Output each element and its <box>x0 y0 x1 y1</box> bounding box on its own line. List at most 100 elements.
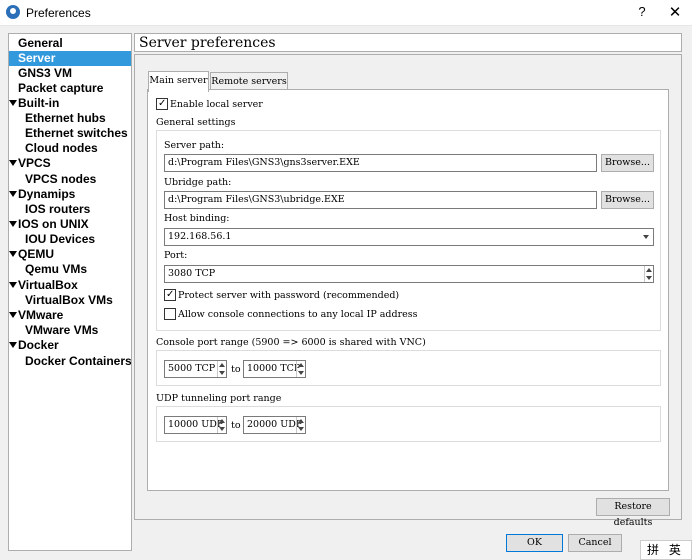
port-label: Port: <box>164 250 188 261</box>
tree-item-label: VMware VMs <box>25 323 99 337</box>
spin-arrows-icon[interactable] <box>296 361 305 377</box>
protect-password-checkbox[interactable] <box>164 289 176 301</box>
ubridge-path-input[interactable]: d:\Program Files\GNS3\ubridge.EXE <box>164 191 597 209</box>
tree-item-label: Qemu VMs <box>25 262 88 276</box>
tree-item-label: IOS routers <box>25 202 91 216</box>
help-button[interactable]: ? <box>632 4 652 22</box>
host-binding-select[interactable]: 192.168.56.1 <box>164 228 654 246</box>
console-to-spinbox[interactable]: 10000 TCP <box>243 360 306 378</box>
tree-item-vmware[interactable]: VMware <box>9 308 131 323</box>
tree-item-label: IOS on UNIX <box>18 217 89 231</box>
expand-arrow-icon[interactable] <box>9 160 17 166</box>
title-bar: Preferences ? ✕ <box>0 0 692 26</box>
expand-arrow-icon[interactable] <box>9 100 17 106</box>
protect-password-label: Protect server with password (recommende… <box>178 290 400 301</box>
ime-indicator[interactable]: 拼 英 ♪ <box>640 540 692 560</box>
ubridge-path-browse-button[interactable]: Browse... <box>601 191 654 209</box>
console-from-spinbox[interactable]: 5000 TCP <box>164 360 227 378</box>
udp-from-spinbox[interactable]: 10000 UDP <box>164 416 227 434</box>
tree-item-qemu-vms[interactable]: Qemu VMs <box>9 262 131 277</box>
spin-arrows-icon[interactable] <box>217 417 226 433</box>
tree-item-server[interactable]: Server <box>9 51 131 66</box>
tree-item-label: VPCS nodes <box>25 172 97 186</box>
spin-arrows-icon[interactable] <box>644 266 653 282</box>
host-binding-value: 192.168.56.1 <box>168 231 232 242</box>
server-path-label: Server path: <box>164 140 225 151</box>
tree-item-vpcs-nodes[interactable]: VPCS nodes <box>9 172 131 187</box>
enable-local-server-label: Enable local server <box>170 99 263 110</box>
pane-title-bar: Server preferences <box>134 33 682 52</box>
tab-main-server[interactable]: Main server <box>148 71 209 92</box>
spin-arrows-icon[interactable] <box>296 417 305 433</box>
host-binding-label: Host binding: <box>164 213 230 224</box>
general-settings-heading: General settings <box>156 117 236 128</box>
ok-button[interactable]: OK <box>506 534 563 552</box>
tree-item-label: Cloud nodes <box>25 141 98 155</box>
console-to-value: 10000 TCP <box>247 363 301 374</box>
server-path-browse-button[interactable]: Browse... <box>601 154 654 172</box>
expand-arrow-icon[interactable] <box>9 342 17 348</box>
udp-to-spinbox[interactable]: 20000 UDP <box>243 416 306 434</box>
udp-to-value: 20000 UDP <box>247 419 303 430</box>
cancel-button[interactable]: Cancel <box>568 534 622 552</box>
udp-from-value: 10000 UDP <box>168 419 224 430</box>
tree-item-general[interactable]: General <box>9 36 131 51</box>
tree-item-label: Dynamips <box>18 187 76 201</box>
tree-item-built-in[interactable]: Built-in <box>9 96 131 111</box>
expand-arrow-icon[interactable] <box>9 312 17 318</box>
udp-to-label: to <box>231 420 241 431</box>
port-spinbox[interactable]: 3080 TCP <box>164 265 654 283</box>
tree-item-label: VMware <box>18 308 64 322</box>
close-button[interactable]: ✕ <box>664 3 686 23</box>
allow-console-checkbox[interactable] <box>164 308 176 320</box>
tree-item-docker[interactable]: Docker <box>9 338 131 353</box>
tree-item-label: General <box>18 36 63 50</box>
server-path-input[interactable]: d:\Program Files\GNS3\gns3server.EXE <box>164 154 597 172</box>
tree-item-label: GNS3 VM <box>18 66 73 80</box>
tree-item-label: VPCS <box>18 156 51 170</box>
tree-item-iou-devices[interactable]: IOU Devices <box>9 232 131 247</box>
tree-item-label: QEMU <box>18 247 54 261</box>
chevron-down-icon[interactable] <box>643 235 649 239</box>
tree-item-label: Built-in <box>18 96 60 110</box>
tree-item-label: Docker Containers <box>25 354 132 368</box>
expand-arrow-icon[interactable] <box>9 221 17 227</box>
tree-item-gns3-vm[interactable]: GNS3 VM <box>9 66 131 81</box>
ubridge-path-label: Ubridge path: <box>164 177 232 188</box>
console-from-value: 5000 TCP <box>168 363 216 374</box>
preferences-tree[interactable]: General Server GNS3 VM Packet capture Bu… <box>8 33 132 551</box>
window-title: Preferences <box>26 6 91 20</box>
expand-arrow-icon[interactable] <box>9 191 17 197</box>
spin-arrows-icon[interactable] <box>217 361 226 377</box>
page-title: Server preferences <box>139 35 276 51</box>
tree-item-label: VirtualBox <box>18 278 78 292</box>
tree-item-ios-routers[interactable]: IOS routers <box>9 202 131 217</box>
tree-item-vpcs[interactable]: VPCS <box>9 156 131 171</box>
tree-item-label: Ethernet hubs <box>25 111 106 125</box>
expand-arrow-icon[interactable] <box>9 251 17 257</box>
expand-arrow-icon[interactable] <box>9 282 17 288</box>
tree-item-label: VirtualBox VMs <box>25 293 113 307</box>
tree-item-ethernet-hubs[interactable]: Ethernet hubs <box>9 111 131 126</box>
tree-item-vmware-vms[interactable]: VMware VMs <box>9 323 131 338</box>
console-range-heading: Console port range (5900 => 6000 is shar… <box>156 337 426 348</box>
tree-item-virtualbox[interactable]: VirtualBox <box>9 278 131 293</box>
enable-local-server-checkbox[interactable] <box>156 98 168 110</box>
tree-item-cloud-nodes[interactable]: Cloud nodes <box>9 141 131 156</box>
allow-console-label: Allow console connections to any local I… <box>178 309 418 320</box>
udp-range-heading: UDP tunneling port range <box>156 393 282 404</box>
tree-item-ethernet-switches[interactable]: Ethernet switches <box>9 126 131 141</box>
tree-item-label: Ethernet switches <box>25 126 128 140</box>
tree-item-packet-capture[interactable]: Packet capture <box>9 81 131 96</box>
tree-item-virtualbox-vms[interactable]: VirtualBox VMs <box>9 293 131 308</box>
tree-item-label: Docker <box>18 338 59 352</box>
tree-item-qemu[interactable]: QEMU <box>9 247 131 262</box>
tree-item-label: Server <box>18 51 56 65</box>
tree-item-label: IOU Devices <box>25 232 96 246</box>
tree-item-label: Packet capture <box>18 81 104 95</box>
port-value: 3080 TCP <box>168 268 216 279</box>
tree-item-ios-on-unix[interactable]: IOS on UNIX <box>9 217 131 232</box>
restore-defaults-button[interactable]: Restore defaults <box>596 498 670 528</box>
tree-item-dynamips[interactable]: Dynamips <box>9 187 131 202</box>
tree-item-docker-containers[interactable]: Docker Containers <box>9 354 131 369</box>
